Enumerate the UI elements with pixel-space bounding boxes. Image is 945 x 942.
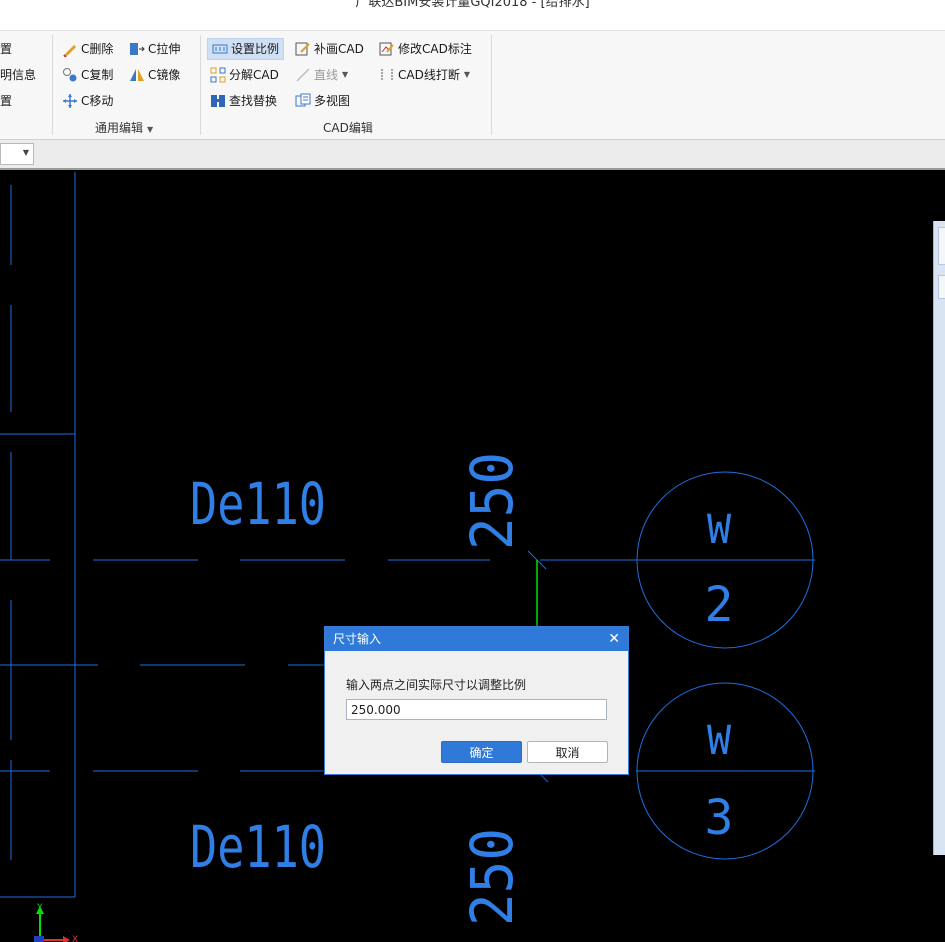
cad-drawing-canvas[interactable]: De110 250 De110 250 W 2 W 3 Y X (0, 172, 945, 942)
group-separator (491, 35, 492, 135)
draw-cad-icon (295, 41, 311, 57)
explode-cad-icon (210, 67, 226, 83)
close-icon[interactable]: ✕ (608, 627, 620, 651)
right-side-panel[interactable] (933, 221, 945, 855)
c-stretch-button[interactable]: C拉伸 (129, 38, 180, 60)
group-label-general-edit[interactable]: 通用编辑 ▼ (95, 119, 153, 136)
dialog-prompt: 输入两点之间实际尺寸以调整比例 (346, 678, 527, 692)
chevron-down-icon: ▼ (147, 125, 154, 134)
find-replace-icon (210, 93, 226, 109)
title-bar: 广联达BIM安装计量GQI2018 - [给排水] (0, 0, 945, 30)
axis-y-label: Y (36, 903, 43, 913)
c-stretch-label: C拉伸 (148, 42, 181, 56)
dimension-label: 250 (458, 452, 526, 550)
line-icon (295, 67, 311, 83)
c-mirror-label: C镜像 (148, 68, 181, 82)
draw-cad-label: 补画CAD (314, 42, 364, 56)
pipe-label: De110 (190, 470, 326, 538)
c-delete-label: C删除 (81, 42, 114, 56)
general-edit-label: 通用编辑 (95, 121, 144, 135)
ribbon-cut-item-2[interactable]: 明信息 (0, 64, 36, 86)
c-delete-button[interactable]: C删除 (62, 38, 113, 60)
multi-view-icon (295, 93, 311, 109)
symbol-bottom-text: 3 (705, 790, 734, 846)
move-icon (62, 93, 78, 109)
line-button[interactable]: 直线 ▼ (295, 64, 348, 86)
cancel-button[interactable]: 取消 (527, 741, 608, 763)
delete-icon (62, 41, 78, 58)
symbol-top-text: W (707, 507, 732, 553)
symbol-top-text: W (707, 718, 732, 764)
size-input-dialog: 尺寸输入 ✕ 输入两点之间实际尺寸以调整比例 确定 取消 (324, 626, 629, 775)
ribbon-cut-item-1[interactable]: 置 (0, 38, 12, 60)
size-value-input[interactable] (346, 699, 607, 720)
dialog-header: 尺寸输入 ✕ (325, 627, 628, 651)
set-scale-button[interactable]: 设置比例 (207, 38, 285, 60)
multi-view-button[interactable]: 多视图 (295, 90, 350, 112)
find-replace-label: 查找替换 (229, 94, 278, 108)
ribbon: 置 明信息 置 C删除 C拉伸 C复制 C镜像 C移动 通用编辑▼ 设置比例 (0, 30, 945, 140)
window-title: 广联达BIM安装计量GQI2018 - [给排水] (355, 0, 590, 10)
edit-cad-annotation-button[interactable]: 修改CAD标注 (379, 38, 472, 60)
mirror-icon (129, 67, 145, 83)
pipe-label: De110 (190, 813, 326, 881)
cad-drawing: De110 250 De110 250 W 2 W 3 Y X (0, 172, 815, 942)
dialog-title: 尺寸输入 (333, 632, 382, 646)
cad-line-break-label: CAD线打断 (398, 68, 460, 82)
panel-tab[interactable] (938, 227, 945, 265)
multi-view-label: 多视图 (314, 94, 351, 108)
chevron-down-icon: ▼ (342, 70, 349, 79)
draw-cad-button[interactable]: 补画CAD (295, 38, 364, 60)
group-separator (52, 35, 53, 135)
ok-button[interactable]: 确定 (441, 741, 522, 763)
floor-select[interactable]: ▼ (0, 143, 34, 165)
ucs-axis-icon: Y X (34, 903, 78, 942)
chevron-down-icon: ▼ (22, 148, 29, 157)
find-replace-button[interactable]: 查找替换 (210, 90, 277, 112)
line-label: 直线 (314, 68, 339, 82)
c-mirror-button[interactable]: C镜像 (129, 64, 180, 86)
ribbon-cut-item-3[interactable]: 置 (0, 90, 12, 112)
c-copy-label: C复制 (81, 68, 114, 82)
property-toolbar: ▼ (0, 140, 945, 170)
stretch-icon (129, 41, 145, 57)
break-line-icon (379, 67, 395, 83)
panel-tab[interactable] (938, 275, 945, 299)
axis-x-label: X (72, 935, 78, 942)
copy-icon (62, 67, 78, 83)
dimension-label: 250 (458, 828, 526, 926)
edit-cad-annotation-label: 修改CAD标注 (398, 42, 472, 56)
edit-annotation-icon (379, 41, 395, 57)
explode-cad-button[interactable]: 分解CAD (210, 64, 279, 86)
group-separator (200, 35, 201, 135)
symbol-bottom-text: 2 (705, 577, 734, 633)
set-scale-label: 设置比例 (231, 42, 280, 56)
group-label-cad-edit: CAD编辑 (323, 121, 373, 135)
c-copy-button[interactable]: C复制 (62, 64, 113, 86)
explode-cad-label: 分解CAD (229, 68, 279, 82)
c-move-label: C移动 (81, 94, 114, 108)
chevron-down-icon: ▼ (463, 70, 470, 79)
cad-line (539, 773, 549, 783)
set-scale-icon (212, 41, 228, 57)
c-move-button[interactable]: C移动 (62, 90, 113, 112)
cad-line-break-button[interactable]: CAD线打断 ▼ (379, 64, 470, 86)
